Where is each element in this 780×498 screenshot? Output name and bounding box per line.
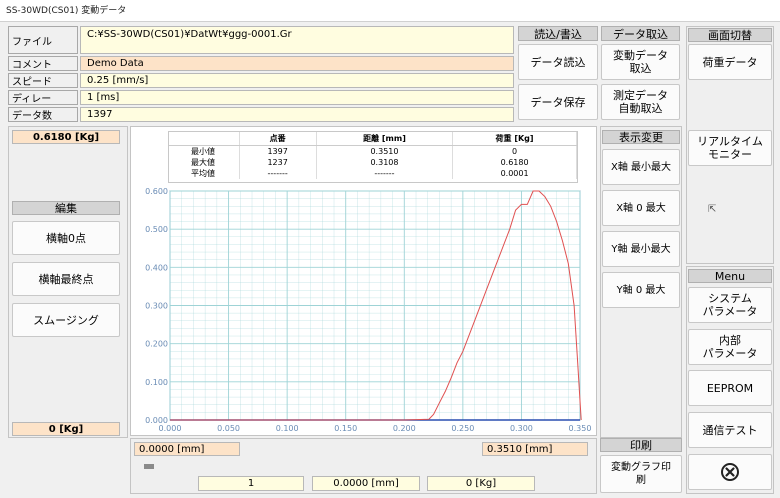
readwrite-header: 読込/書込 xyxy=(518,26,598,41)
x-tick-label: 0.350 xyxy=(569,424,592,433)
x-axis-minmax-button[interactable]: X軸 最小最大 xyxy=(602,149,680,185)
stats-cell: ------- xyxy=(239,167,317,179)
stats-header-index: 点番 xyxy=(239,132,317,146)
x-tick-label: 0.050 xyxy=(217,424,240,433)
file-path-value: C:¥SS-30WD(CS01)¥DatWt¥ggg-0001.Gr xyxy=(80,26,514,54)
load-distance-chart[interactable]: 0.000 0.050 0.100 0.150 0.200 0.250 0.300 0.350… xyxy=(130,183,596,435)
mouse-cursor-icon: ⇱ xyxy=(708,204,717,215)
smoothing-button[interactable]: スムージング xyxy=(12,303,120,337)
file-label: ファイル xyxy=(8,26,78,54)
stats-cell: 0.6180 xyxy=(452,156,577,168)
y-tick-label: 0.200 xyxy=(145,340,168,349)
display-change-header: 表示変更 xyxy=(602,130,680,144)
stats-header-load: 荷重 [Kg] xyxy=(452,132,577,146)
y-tick-label: 0.300 xyxy=(145,302,168,311)
stats-cell: ------- xyxy=(316,167,454,179)
x-tick-label: 0.000 xyxy=(159,424,182,433)
table-row: 最大値 1237 0.3108 0.6180 xyxy=(169,156,577,168)
stats-cell: 0.3108 xyxy=(316,156,454,168)
save-data-button[interactable]: データ保存 xyxy=(518,84,598,120)
y-axis-zero-max-button[interactable]: Y軸 0 最大 xyxy=(602,272,680,308)
x-tick-label: 0.300 xyxy=(510,424,533,433)
y-tick-label: 0.600 xyxy=(145,187,168,196)
comment-value: Demo Data xyxy=(80,56,514,71)
cursor-index-value: 1 xyxy=(198,476,304,491)
x-tick-label: 0.100 xyxy=(276,424,299,433)
stats-table: 点番 距離 [mm] 荷重 [Kg] 最小値 1397 0.3510 0 最大値… xyxy=(169,132,577,179)
delay-label: ディレー xyxy=(8,90,78,105)
edit-header: 編集 xyxy=(12,201,120,215)
cursor-load-value: 0 [Kg] xyxy=(427,476,535,491)
print-header: 印刷 xyxy=(600,438,682,452)
data-count-label: データ数 xyxy=(8,107,78,122)
internal-parameters-button[interactable]: 内部 パラメータ xyxy=(688,329,772,365)
cursor-distance-value: 0.0000 [mm] xyxy=(312,476,420,491)
x-axis-zero-max-button[interactable]: X軸 0 最大 xyxy=(602,190,680,226)
stats-table-box: 点番 距離 [mm] 荷重 [Kg] 最小値 1397 0.3510 0 最大値… xyxy=(168,131,578,183)
close-circle-icon xyxy=(721,463,739,481)
eeprom-button[interactable]: EEPROM xyxy=(688,370,772,406)
menu-header: Menu xyxy=(688,269,772,283)
close-button[interactable] xyxy=(688,454,772,490)
y-tick-label: 0.000 xyxy=(145,416,168,425)
speed-label: スピード xyxy=(8,73,78,88)
stats-cell: 0 xyxy=(452,145,577,157)
print-graph-button[interactable]: 変動グラフ印 刷 xyxy=(600,455,682,493)
stats-row-label: 最大値 xyxy=(169,156,240,168)
comment-label: コメント xyxy=(8,56,78,71)
load-data-screen-button[interactable]: 荷重データ xyxy=(688,44,772,80)
y-axis-minmax-button[interactable]: Y軸 最小最大 xyxy=(602,231,680,267)
stats-cell: 0.0001 xyxy=(452,167,577,179)
comm-test-button[interactable]: 通信テスト xyxy=(688,412,772,448)
data-count-value: 1397 xyxy=(80,107,514,122)
y-tick-label: 0.500 xyxy=(145,225,168,234)
x-range-max-value: 0.3510 [mm] xyxy=(482,442,588,456)
stats-row-label: 平均値 xyxy=(169,167,240,179)
x-tick-label: 0.150 xyxy=(334,424,357,433)
x-range-min-value: 0.0000 [mm] xyxy=(134,442,240,456)
fetch-header: データ取込 xyxy=(601,26,680,41)
cursor-slider-handle[interactable] xyxy=(144,464,154,469)
x-tick-label: 0.200 xyxy=(393,424,416,433)
y-tick-label: 0.400 xyxy=(145,263,168,272)
stats-header-distance: 距離 [mm] xyxy=(316,132,454,146)
stats-cell: 0.3510 xyxy=(316,145,454,157)
stats-header-blank xyxy=(169,132,240,146)
stats-cell: 1237 xyxy=(239,156,317,168)
system-parameters-button[interactable]: システム パラメータ xyxy=(688,287,772,323)
x-axis-zero-button[interactable]: 横軸0点 xyxy=(12,221,120,255)
max-load-value: 0.6180 [Kg] xyxy=(12,130,120,144)
speed-value: 0.25 [mm/s] xyxy=(80,73,514,88)
min-load-value: 0 [Kg] xyxy=(12,422,120,436)
x-axis-end-button[interactable]: 横軸最終点 xyxy=(12,262,120,296)
table-row: 平均値 ------- ------- 0.0001 xyxy=(169,167,577,179)
delay-value: 1 [ms] xyxy=(80,90,514,105)
stats-cell: 1397 xyxy=(239,145,317,157)
load-data-button[interactable]: データ読込 xyxy=(518,44,598,80)
y-tick-label: 0.100 xyxy=(145,378,168,387)
screen-switch-header: 画面切替 xyxy=(688,28,772,42)
window-title: SS-30WD(CS01) 変動データ xyxy=(0,0,780,22)
realtime-monitor-button[interactable]: リアルタイム モニター xyxy=(688,130,772,166)
fetch-measured-auto-button[interactable]: 測定データ 自動取込 xyxy=(601,84,680,120)
stats-row-label: 最小値 xyxy=(169,145,240,157)
x-tick-label: 0.250 xyxy=(451,424,474,433)
fetch-variable-data-button[interactable]: 変動データ 取込 xyxy=(601,44,680,80)
table-row: 最小値 1397 0.3510 0 xyxy=(169,145,577,157)
